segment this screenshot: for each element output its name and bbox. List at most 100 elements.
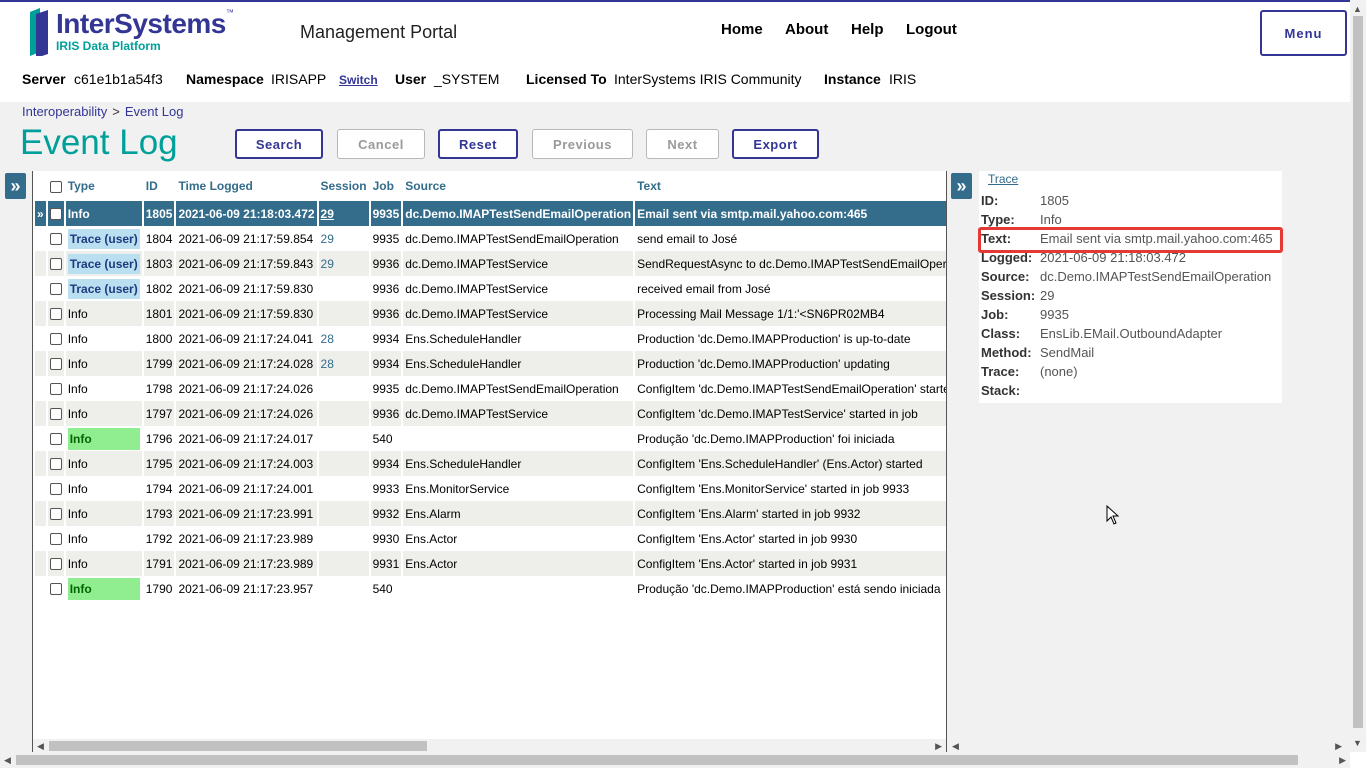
header-source[interactable]: Source — [403, 171, 633, 201]
cell-session[interactable] — [319, 526, 369, 551]
cell-session[interactable] — [318, 451, 369, 476]
cell-session[interactable]: 29 — [318, 201, 369, 226]
table-row[interactable]: Info 1796 2021-06-09 21:17:24.017 540 Produç… — [35, 426, 946, 451]
header-id[interactable]: ID — [144, 171, 175, 201]
cell-session[interactable]: 29 — [319, 226, 369, 251]
table-row[interactable]: Trace (user) 1803 2021-06-09 21:17:59.843 2… — [35, 251, 946, 276]
header-select-all[interactable] — [48, 171, 64, 201]
table-row[interactable]: Info 1791 2021-06-09 21:17:23.989 9931 Ens.A… — [35, 551, 946, 576]
cell-session[interactable] — [318, 551, 369, 576]
nav-about[interactable]: About — [785, 21, 828, 38]
row-select[interactable] — [47, 251, 64, 276]
table-row[interactable]: » Info 1805 2021-06-09 21:18:03.472 29 9935 dc… — [35, 201, 946, 226]
scroll-left-icon[interactable]: ◀ — [37, 741, 44, 752]
table-horizontal-scrollbar[interactable]: ◀ ▶ — [33, 739, 946, 753]
row-checkbox[interactable] — [49, 283, 62, 296]
table-row[interactable]: Info 1793 2021-06-09 21:17:23.991 9932 Ens.A… — [35, 501, 946, 526]
breadcrumb-interoperability[interactable]: Interoperability — [22, 104, 107, 119]
session-link[interactable]: 29 — [321, 232, 334, 246]
table-row[interactable]: Trace (user) 1802 2021-06-09 21:17:59.830 9… — [35, 276, 946, 301]
row-checkbox[interactable] — [49, 508, 62, 521]
row-checkbox[interactable] — [49, 358, 62, 371]
header-text[interactable]: Text — [635, 171, 946, 201]
row-select[interactable] — [47, 351, 64, 376]
intersystems-logo[interactable]: InterSystems™ IRIS Data Platform — [28, 6, 258, 58]
nav-logout[interactable]: Logout — [906, 21, 957, 38]
cell-session[interactable] — [318, 301, 369, 326]
row-checkbox[interactable] — [49, 433, 62, 446]
page-scroll-right-icon[interactable]: ▶ — [1339, 755, 1346, 766]
session-link[interactable]: 28 — [321, 357, 334, 371]
select-all-checkbox[interactable] — [49, 180, 62, 193]
reset-button[interactable]: Reset — [438, 129, 518, 159]
cell-session[interactable] — [318, 401, 369, 426]
scroll-right-icon[interactable]: ▶ — [935, 741, 942, 752]
cell-session[interactable] — [319, 576, 369, 601]
cell-session[interactable] — [319, 476, 369, 501]
row-checkbox[interactable] — [49, 533, 62, 546]
table-scroll-thumb[interactable] — [49, 741, 427, 751]
cell-session[interactable] — [319, 376, 369, 401]
header-job[interactable]: Job — [371, 171, 402, 201]
table-row[interactable]: Info 1799 2021-06-09 21:17:24.028 28 9934 Ens… — [35, 351, 946, 376]
row-checkbox[interactable] — [49, 408, 62, 421]
row-select[interactable] — [48, 476, 64, 501]
detail-horizontal-scrollbar[interactable]: ◀ ▶ — [948, 739, 1350, 753]
cell-session[interactable]: 28 — [319, 326, 369, 351]
row-checkbox[interactable] — [49, 308, 62, 321]
page-vscroll-thumb[interactable] — [1353, 16, 1363, 728]
row-select[interactable] — [48, 576, 64, 601]
row-select[interactable] — [47, 451, 64, 476]
table-row[interactable]: Info 1792 2021-06-09 21:17:23.989 9930 Ens.A… — [35, 526, 946, 551]
detail-scroll-right-icon[interactable]: ▶ — [1335, 741, 1342, 752]
table-row[interactable]: Info 1797 2021-06-09 21:17:24.026 9936 dc.De… — [35, 401, 946, 426]
search-button[interactable]: Search — [235, 129, 323, 159]
expand-left-pane-icon[interactable]: » — [5, 173, 26, 199]
menu-button[interactable]: Menu — [1260, 10, 1347, 56]
cell-session[interactable]: 28 — [318, 351, 369, 376]
row-checkbox[interactable] — [49, 558, 62, 571]
cancel-button[interactable]: Cancel — [337, 129, 425, 159]
row-select[interactable] — [47, 501, 64, 526]
header-session[interactable]: Session — [319, 171, 369, 201]
detail-trace-tab[interactable]: Trace — [988, 172, 1018, 186]
row-checkbox[interactable] — [49, 233, 62, 246]
next-button[interactable]: Next — [646, 129, 719, 159]
expand-detail-pane-icon[interactable]: » — [951, 173, 972, 199]
page-vertical-scrollbar[interactable]: ▲ ▼ — [1350, 0, 1366, 752]
session-link[interactable]: 28 — [321, 332, 334, 346]
row-checkbox[interactable] — [49, 383, 62, 396]
row-select[interactable] — [48, 376, 64, 401]
cell-session[interactable] — [318, 501, 369, 526]
table-row[interactable]: Info 1794 2021-06-09 21:17:24.001 9933 Ens.M… — [35, 476, 946, 501]
switch-namespace-link[interactable]: Switch — [339, 73, 378, 87]
session-link[interactable]: 29 — [321, 207, 334, 221]
row-checkbox[interactable] — [49, 208, 62, 221]
row-select[interactable] — [48, 326, 64, 351]
detail-scroll-left-icon[interactable]: ◀ — [952, 741, 959, 752]
page-scroll-thumb[interactable] — [16, 755, 1298, 765]
row-checkbox[interactable] — [49, 458, 62, 471]
row-checkbox[interactable] — [49, 483, 62, 496]
export-button[interactable]: Export — [732, 129, 819, 159]
cell-session[interactable]: 29 — [318, 251, 369, 276]
nav-home[interactable]: Home — [721, 21, 763, 38]
page-horizontal-scrollbar[interactable]: ◀ ▶ — [0, 752, 1350, 768]
header-time-logged[interactable]: Time Logged — [176, 171, 316, 201]
table-row[interactable]: Info 1798 2021-06-09 21:17:24.026 9935 dc.De… — [35, 376, 946, 401]
row-select[interactable] — [48, 276, 64, 301]
row-select[interactable] — [47, 401, 64, 426]
header-type[interactable]: Type — [66, 171, 142, 201]
table-row[interactable]: Info 1801 2021-06-09 21:17:59.830 9936 dc.De… — [35, 301, 946, 326]
row-checkbox[interactable] — [49, 258, 62, 271]
page-scroll-down-icon[interactable]: ▼ — [1353, 738, 1362, 748]
table-row[interactable]: Trace (user) 1804 2021-06-09 21:17:59.854 2… — [35, 226, 946, 251]
table-row[interactable]: Info 1795 2021-06-09 21:17:24.003 9934 Ens.S… — [35, 451, 946, 476]
nav-help[interactable]: Help — [851, 21, 884, 38]
row-checkbox[interactable] — [49, 333, 62, 346]
table-row[interactable]: Info 1790 2021-06-09 21:17:23.957 540 Produç… — [35, 576, 946, 601]
row-checkbox[interactable] — [49, 583, 62, 596]
page-scroll-up-icon[interactable]: ▲ — [1353, 4, 1362, 14]
previous-button[interactable]: Previous — [532, 129, 633, 159]
breadcrumb-event-log[interactable]: Event Log — [125, 104, 184, 119]
